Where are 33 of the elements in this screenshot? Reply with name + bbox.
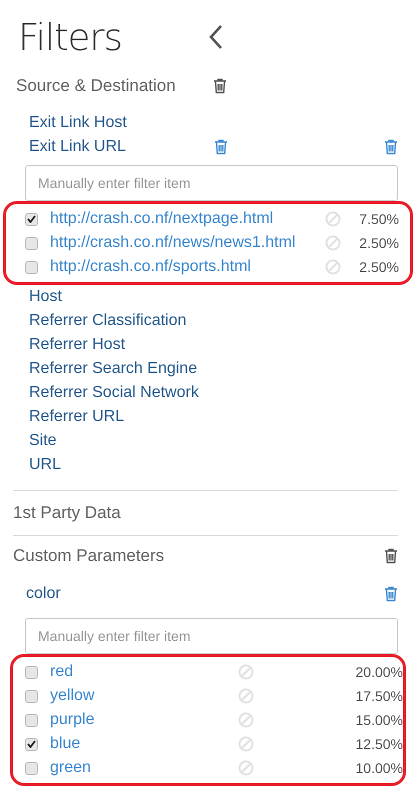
filter-value-link[interactable]: http://crash.co.nf/news/news1.html bbox=[50, 234, 325, 252]
section-heading[interactable]: 1st Party Data bbox=[13, 503, 416, 523]
share-percent: 10.00% bbox=[354, 760, 403, 776]
dimension-link[interactable]: Referrer Social Network bbox=[29, 384, 398, 402]
filter-value-link[interactable]: http://crash.co.nf/sports.html bbox=[50, 258, 325, 276]
share-percent: 12.50% bbox=[354, 736, 403, 752]
dimension-link[interactable]: Exit Link URL bbox=[29, 138, 214, 156]
dimension-link[interactable]: Referrer Classification bbox=[29, 312, 398, 330]
dimension-link[interactable]: URL bbox=[29, 456, 398, 474]
dimension-link[interactable]: Exit Link Host bbox=[29, 114, 398, 132]
filter-value-link[interactable]: red bbox=[50, 663, 238, 681]
filter-value-link[interactable]: green bbox=[50, 759, 238, 777]
filter-input[interactable]: Manually enter filter item bbox=[25, 165, 398, 201]
filter-value-link[interactable]: blue bbox=[50, 735, 238, 753]
dimension-link[interactable]: color bbox=[26, 585, 384, 603]
share-percent: 2.50% bbox=[358, 259, 399, 275]
filter-value-link[interactable]: yellow bbox=[50, 687, 238, 705]
section-heading[interactable]: Custom Parameters bbox=[13, 546, 384, 566]
share-percent: 2.50% bbox=[358, 235, 399, 251]
share-percent: 7.50% bbox=[358, 211, 399, 227]
dimension-link[interactable]: Host bbox=[29, 288, 398, 306]
dimension-link[interactable]: Referrer Host bbox=[29, 336, 398, 354]
dimension-link[interactable]: Site bbox=[29, 432, 398, 450]
section-heading[interactable]: Source & Destination bbox=[16, 76, 213, 96]
filter-value-link[interactable]: http://crash.co.nf/nextpage.html bbox=[50, 210, 325, 228]
panel-title: Filters bbox=[18, 16, 123, 58]
filter-value-link[interactable]: purple bbox=[50, 711, 238, 729]
dimension-link[interactable]: Referrer URL bbox=[29, 408, 398, 426]
share-percent: 17.50% bbox=[354, 688, 403, 704]
filter-input[interactable]: Manually enter filter item bbox=[25, 618, 398, 654]
share-percent: 15.00% bbox=[354, 712, 403, 728]
dimension-link[interactable]: Referrer Search Engine bbox=[29, 360, 398, 378]
share-percent: 20.00% bbox=[354, 664, 403, 680]
